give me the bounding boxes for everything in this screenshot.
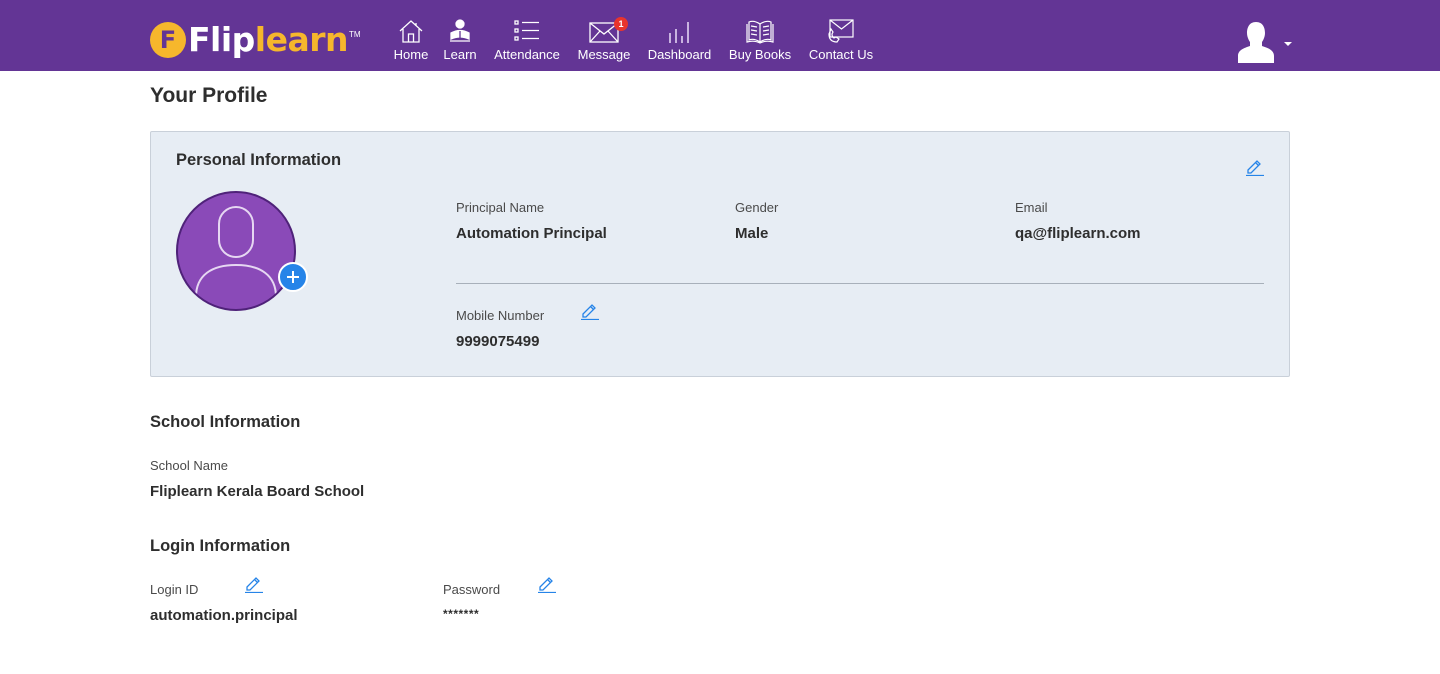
message-count-badge: 1 [614,17,628,31]
nav-home[interactable]: Home [390,16,432,66]
nav-buy-books-label: Buy Books [728,47,792,62]
gender-value: Male [735,225,769,242]
nav-attendance[interactable]: Attendance [490,16,564,66]
principal-name-label: Principal Name [456,200,545,215]
list-icon [490,16,564,44]
nav-dashboard-label: Dashboard [647,47,712,62]
nav-home-label: Home [393,47,429,62]
contact-icon [807,16,875,44]
pencil-icon [581,304,599,320]
profile-avatar [176,191,296,311]
pencil-icon [538,577,556,593]
edit-login-id-button[interactable] [244,573,264,593]
home-icon [390,16,432,44]
login-id-value: automation.principal [150,607,298,624]
fliplearn-logo[interactable]: F Fliplearn TM [150,20,361,60]
nav-contact-us-label: Contact Us [808,47,874,62]
mobile-number-value: 9999075499 [456,333,540,350]
logo-text-flip: Flip [188,20,255,59]
nav-buy-books[interactable]: Buy Books [727,16,793,66]
school-name-label: School Name [150,458,229,473]
edit-personal-info-button[interactable] [1245,156,1265,176]
principal-name-value: Automation Principal [456,225,607,242]
nav-learn[interactable]: Learn [441,16,479,66]
top-navbar: F Fliplearn TM Home Learn Attendance 1 M… [0,0,1440,71]
profile-placeholder-icon [195,206,277,298]
envelope-icon: 1 [576,16,632,44]
logo-trademark: TM [349,30,361,39]
pencil-icon [245,577,263,593]
password-label: Password [443,582,501,597]
edit-mobile-button[interactable] [580,300,600,320]
book-icon [727,16,793,44]
page-title: Your Profile [150,84,268,107]
chevron-down-icon [1284,42,1292,46]
edit-password-button[interactable] [537,573,557,593]
logo-text-learn: learn [254,20,349,59]
login-info-title: Login Information [150,537,291,555]
add-photo-button[interactable] [278,262,308,292]
card-divider [456,283,1264,284]
personal-info-card: Personal Information Principal Name Auto… [150,131,1290,377]
pencil-icon [1246,160,1264,176]
nav-attendance-label: Attendance [494,47,560,62]
email-label: Email [1015,200,1048,215]
school-info-title: School Information [150,413,301,431]
nav-contact-us[interactable]: Contact Us [807,16,875,66]
email-value: qa@fliplearn.com [1015,225,1141,242]
personal-info-title: Personal Information [176,151,342,169]
nav-message[interactable]: 1 Message [576,16,632,66]
user-menu[interactable] [1236,20,1292,64]
gender-label: Gender [735,200,779,215]
school-name-value: Fliplearn Kerala Board School [150,483,365,500]
user-avatar-icon [1238,22,1274,63]
mobile-number-label: Mobile Number [456,308,545,323]
logo-wordmark: Fliplearn [188,20,349,60]
nav-dashboard[interactable]: Dashboard [646,16,713,66]
nav-message-label: Message [577,47,631,62]
login-id-label: Login ID [150,582,199,597]
bar-chart-icon [646,16,713,44]
nav-learn-label: Learn [443,47,477,62]
logo-badge: F [150,22,186,58]
password-value: ******* [443,607,480,621]
learn-icon [441,16,479,44]
